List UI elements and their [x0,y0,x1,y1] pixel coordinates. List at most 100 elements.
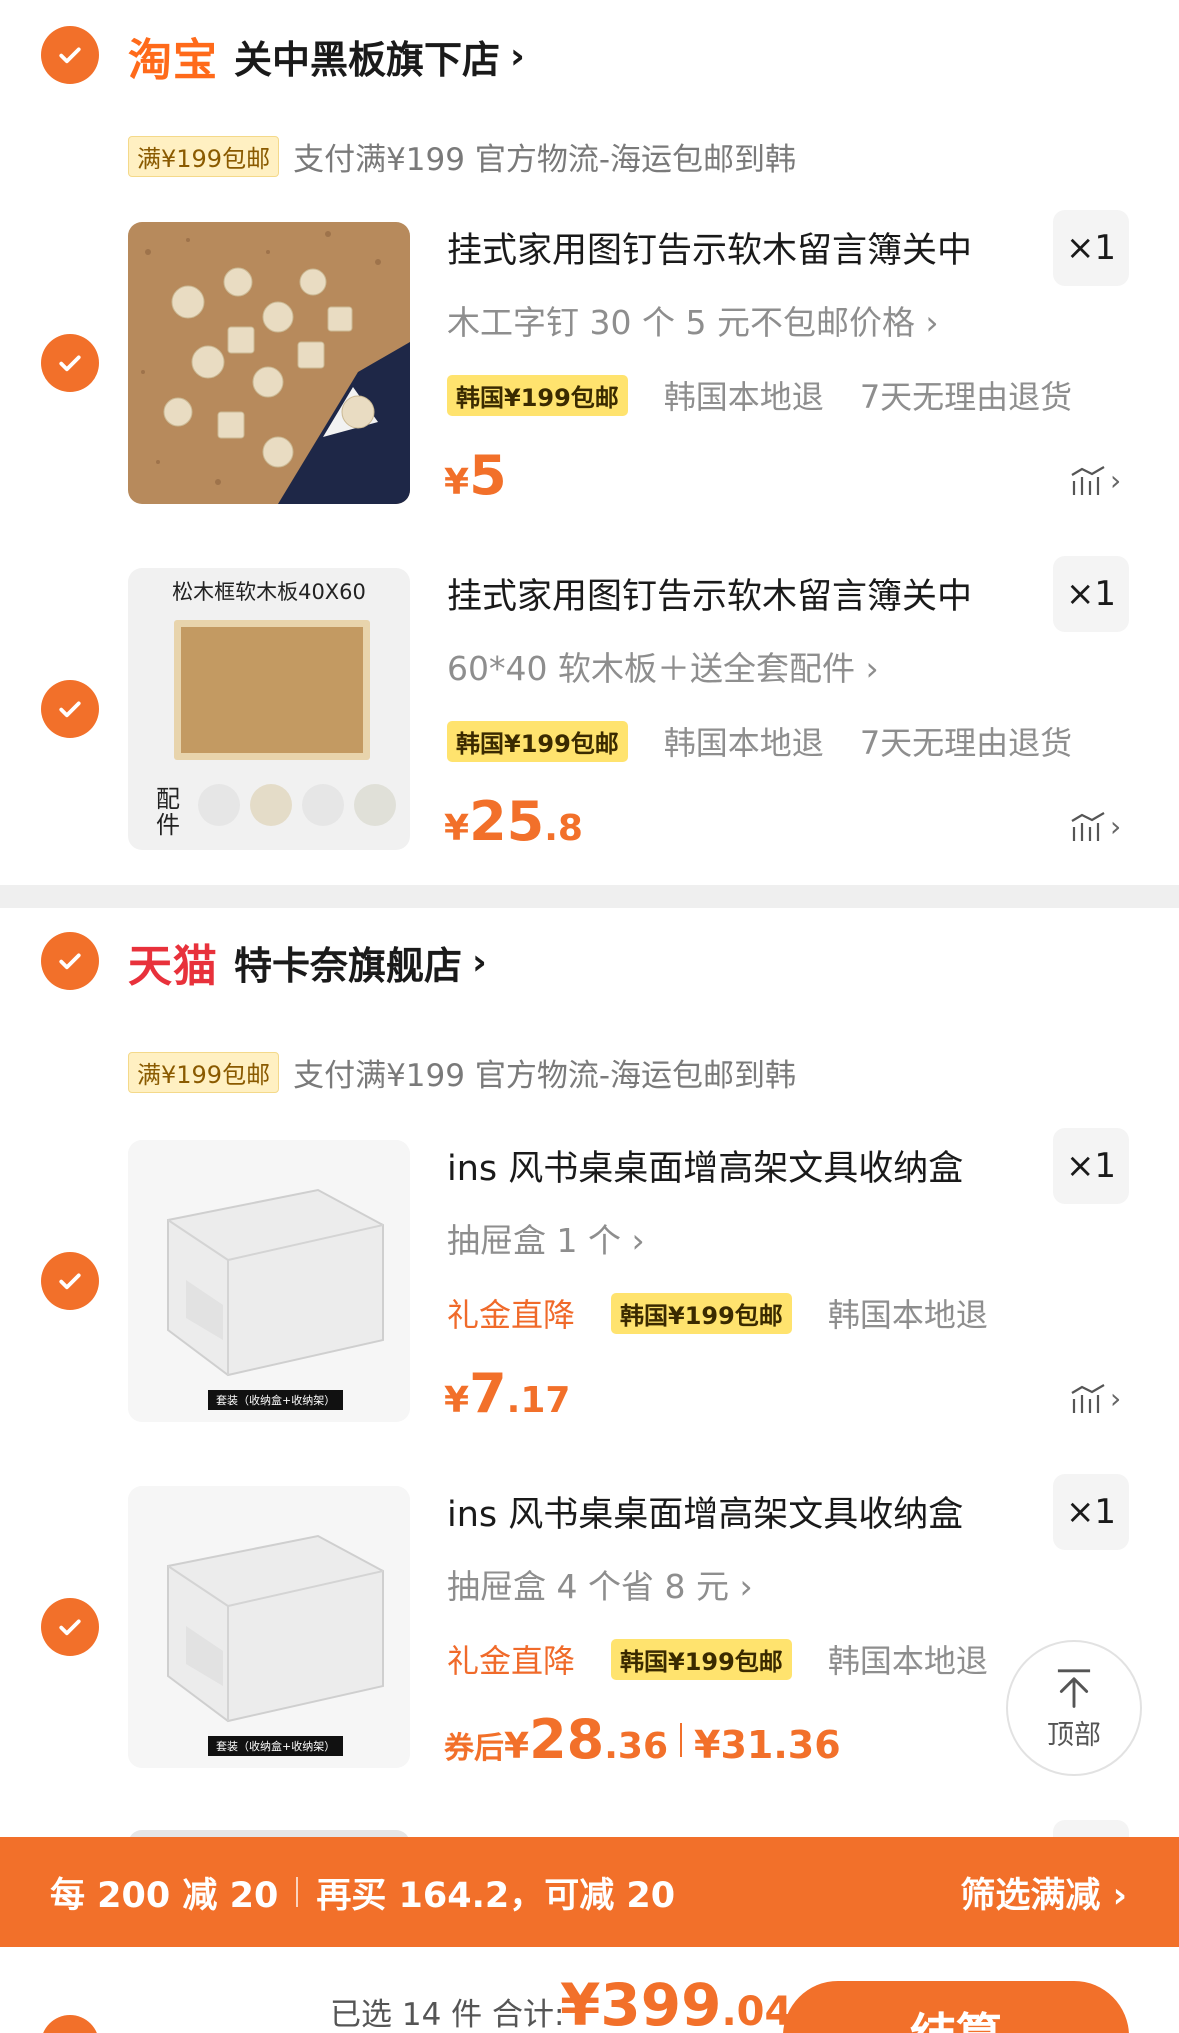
store-checkbox[interactable] [41,26,99,84]
discount-rule: 每 200 减 20 [50,1875,279,1916]
checkmark-icon [59,953,81,970]
checkmark-icon [59,701,81,718]
sku-selector[interactable]: 抽屉盒 1 个 › [447,1214,645,1262]
item-checkbox[interactable] [41,334,99,392]
quantity-button[interactable]: ×1 [1053,210,1129,286]
total-integer: ¥399 [560,1971,722,2033]
quantity-button[interactable]: ×1 [1053,1128,1129,1204]
service-tags: 礼金直降 韩国¥199包邮 韩国本地退 [447,1636,988,1682]
seven-day-return-tag: 7天无理由退货 [859,378,1073,416]
cart-item: 套装（收纳盒+收纳架） ins 风书桌桌面增高架文具收纳盒 ×1 抽屉盒 4 个… [0,1474,1179,1771]
product-title[interactable]: ins 风书桌桌面增高架文具收纳盒 [447,1140,963,1191]
chevron-right-icon: › [1110,1382,1122,1415]
price-chart-icon [1071,811,1105,841]
currency-symbol: ¥ [504,1726,530,1767]
corkboard-surface [181,627,363,753]
cart-item: 套装（收纳盒+收纳架） ins 风书桌桌面增高架文具收纳盒 ×1 抽屉盒 1 个… [0,1128,1179,1425]
service-tags: 韩国¥199包邮 韩国本地退 7天无理由退货 [447,718,1072,764]
sku-selector[interactable]: 60*40 软木板＋送全套配件 › [447,642,879,690]
checkmark-icon [59,355,81,372]
shipping-promo-text: 支付满¥199 官方物流-海运包邮到韩 [293,141,797,178]
store-name: 关中黑板旗下店 [234,37,501,82]
back-to-top-button[interactable]: 顶部 [1006,1640,1142,1776]
product-price: ¥ 25 .8 [444,790,583,853]
pushpins-image [128,222,410,504]
price-integer: 5 [469,444,507,507]
store-checkbox[interactable] [41,932,99,990]
gift-discount-tag: 礼金直降 [447,1642,576,1680]
original-price: ¥31.36 [694,1723,841,1767]
chevron-right-icon: › [1110,810,1122,843]
local-return-tag: 韩国本地退 [827,1296,988,1334]
thumb-caption: 套装（收纳盒+收纳架） [208,1390,344,1410]
product-image[interactable]: 套装（收纳盒+收纳架） [128,1486,410,1768]
checkout-button[interactable]: 结算 [783,1981,1129,2033]
select-all-checkbox[interactable] [41,2015,99,2033]
store-name: 特卡奈旗舰店 [234,943,463,988]
gift-discount-tag: 礼金直降 [447,1296,576,1334]
discount-bar: 每 200 减 20 再买 164.2，可减 20 筛选满减 › [0,1837,1179,1947]
product-price: 券后 ¥ 28 .36 ¥31.36 [444,1708,841,1771]
shipping-promo: 满¥199包邮 支付满¥199 官方物流-海运包邮到韩 [128,1051,797,1094]
price-decimal: .36 [604,1726,668,1767]
total-decimal: .04 [721,1989,793,2033]
thumb-caption: 松木框软木板40X60 [172,580,366,604]
tmall-logo: 天猫 [128,941,218,992]
store-header[interactable]: 淘宝 关中黑板旗下店 › [128,26,525,86]
sku-selector[interactable]: 抽屉盒 4 个省 8 元 › [447,1560,753,1608]
price-trend-button[interactable]: › [1070,810,1121,843]
price-divider [680,1722,682,1757]
currency-symbol: ¥ [444,1380,470,1421]
back-to-top-label: 顶部 [1047,1719,1101,1751]
product-image[interactable] [128,222,410,504]
taobao-logo: 淘宝 [128,35,218,86]
product-title[interactable]: ins 风书桌桌面增高架文具收纳盒 [447,1486,963,1537]
total-price: ¥399.04 [560,1971,792,2033]
price-chart-icon [1071,465,1105,495]
item-checkbox[interactable] [41,1252,99,1310]
checkmark-icon [55,2029,85,2033]
free-shipping-tag: 满¥199包邮 [128,135,280,177]
product-image[interactable]: 松木框软木板40X60 配件 [128,568,410,850]
service-tags: 韩国¥199包邮 韩国本地退 7天无理由退货 [447,372,1072,418]
coupon-price-label: 券后 [444,1731,504,1766]
product-image[interactable]: 套装（收纳盒+收纳架） [128,1140,410,1422]
accessory-icons [198,784,396,826]
seven-day-return-tag: 7天无理由退货 [859,724,1073,762]
drawer-box-image [128,1486,410,1768]
price-trend-button[interactable]: › [1070,464,1121,497]
product-title[interactable]: 挂式家用图钉告示软木留言簿关中 [447,222,972,273]
select-all-label[interactable]: 全选 [120,2025,186,2033]
korea-shipping-tag: 韩国¥199包邮 [611,1292,792,1334]
price-trend-button[interactable]: › [1070,1382,1121,1415]
local-return-tag: 韩国本地退 [827,1642,988,1680]
store-card-guanzhong: 淘宝 关中黑板旗下店 › 满¥199包邮 支付满¥199 官方物流-海运包邮到韩 [0,0,1179,885]
item-checkbox[interactable] [41,680,99,738]
price-integer: 25 [469,790,545,853]
checkmark-icon [59,47,81,64]
service-tags: 礼金直降 韩国¥199包邮 韩国本地退 [447,1290,988,1336]
filter-discount-button[interactable]: 筛选满减 › [960,1867,1127,1918]
price-integer: 28 [529,1708,605,1771]
item-checkbox[interactable] [41,1598,99,1656]
currency-symbol: ¥ [444,808,470,849]
chevron-right-icon: › [1110,464,1122,497]
korea-shipping-tag: 韩国¥199包邮 [447,374,628,416]
checkmark-icon [59,1273,81,1290]
sku-selector[interactable]: 木工字钉 30 个 5 元不包邮价格 › [447,296,939,344]
price-decimal: .8 [544,808,583,849]
korea-shipping-tag: 韩国¥199包邮 [447,720,628,762]
local-return-tag: 韩国本地退 [663,724,824,762]
drawer-box-image [128,1140,410,1422]
store-header[interactable]: 天猫 特卡奈旗舰店 › [128,932,487,992]
free-shipping-tag: 满¥199包邮 [128,1051,280,1093]
quantity-button[interactable]: ×1 [1053,556,1129,632]
product-title[interactable]: 挂式家用图钉告示软木留言簿关中 [447,568,972,619]
shipping-promo-text: 支付满¥199 官方物流-海运包邮到韩 [293,1057,797,1094]
checkout-bar: 全选 已选 14 件 合计: ¥399.04 结算 [0,1947,1179,2033]
product-price: ¥ 5 [444,444,507,507]
chevron-right-icon: › [510,35,525,77]
thumb-side-label: 配件 [156,785,180,839]
product-price: ¥ 7 .17 [444,1362,570,1425]
quantity-button[interactable]: ×1 [1053,1474,1129,1550]
